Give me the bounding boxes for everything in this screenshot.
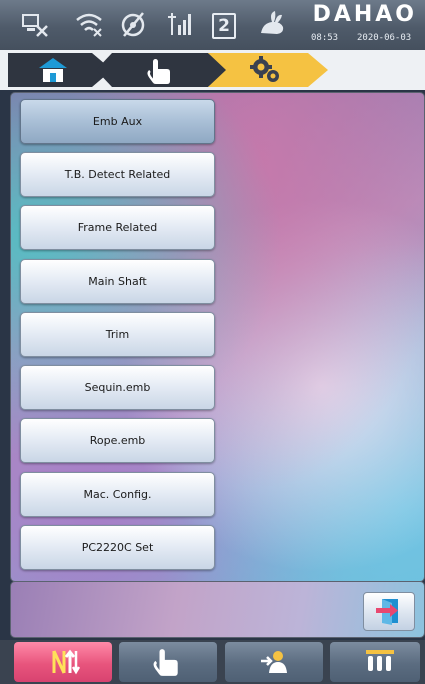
exit-button[interactable] (363, 592, 415, 631)
frame-related-button[interactable]: Frame Related (20, 205, 215, 250)
breadcrumb-home[interactable] (8, 53, 108, 87)
breadcrumb-settings[interactable] (226, 53, 322, 87)
needle-stats-icon (164, 9, 194, 39)
action-panel (10, 581, 425, 638)
manual-button[interactable] (119, 642, 217, 682)
status-bar: 2 DAHAO 08:53 2020-06-03 (0, 0, 425, 51)
emb-aux-button[interactable]: Emb Aux (20, 99, 215, 144)
pc2220c-set-button[interactable]: PC2220C Set (20, 525, 215, 570)
home-icon (39, 58, 67, 82)
breadcrumb-hand[interactable] (112, 53, 212, 87)
hand-pointer-icon (153, 649, 178, 676)
needle-switch-button[interactable] (14, 642, 112, 682)
frame-origin-icon (261, 651, 287, 673)
breadcrumb (0, 50, 425, 90)
needle-switch-icon (52, 649, 80, 675)
sequin-emb-button[interactable]: Sequin.emb (20, 365, 215, 410)
trim-button[interactable]: Trim (20, 312, 215, 357)
rope-emb-button[interactable]: Rope.emb (20, 418, 215, 463)
rabbit-icon (257, 9, 287, 39)
bottom-toolbar (0, 640, 425, 684)
gears-icon (250, 56, 279, 82)
satellite-icon (118, 9, 148, 39)
network-icon (20, 9, 50, 39)
counter-box: 2 (212, 13, 236, 39)
exit-door-icon (376, 599, 398, 625)
needle-bars-icon (366, 650, 394, 671)
mac-config-button[interactable]: Mac. Config. (20, 472, 215, 517)
frame-origin-button[interactable] (225, 642, 323, 682)
main-shaft-button[interactable]: Main Shaft (20, 259, 215, 304)
brand-logo: DAHAO (312, 2, 417, 27)
clock: 08:53 (311, 33, 339, 43)
hand-icon (147, 59, 170, 84)
settings-menu-panel: Emb Aux T.B. Detect Related Frame Relate… (10, 92, 425, 582)
wifi-icon (74, 9, 104, 39)
tb-detect-related-button[interactable]: T.B. Detect Related (20, 152, 215, 197)
date: 2020-06-03 (357, 33, 412, 43)
needle-bars-button[interactable] (330, 642, 420, 682)
